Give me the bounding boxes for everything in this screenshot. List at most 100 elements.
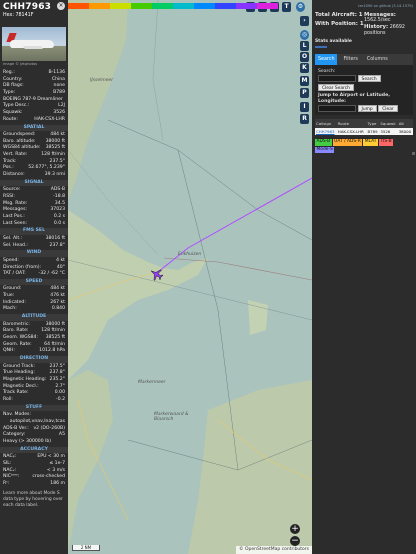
column-header[interactable]: Type bbox=[366, 119, 380, 128]
section-header[interactable]: DIRECTION bbox=[0, 356, 68, 363]
tab-filters[interactable]: Filters bbox=[340, 54, 360, 65]
info-row-label: Baro. Rate: bbox=[3, 328, 29, 334]
search-box: Search: Search Clear Search Jump to Airp… bbox=[315, 65, 413, 115]
info-row-label: True Heading: bbox=[3, 370, 35, 376]
legend-color-segment bbox=[110, 3, 132, 9]
info-row: Category: A5 bbox=[0, 432, 68, 439]
info-row-label: NACₚ: bbox=[3, 454, 17, 460]
aircraft-header: CHH7963 Hex: 78141F × bbox=[0, 0, 68, 18]
side-button-p[interactable]: P bbox=[300, 88, 309, 98]
section-header[interactable]: ACCURACY bbox=[0, 446, 68, 454]
legend-color-segment bbox=[68, 3, 90, 9]
place-label: Enkhuizen bbox=[178, 252, 202, 257]
section-header[interactable]: ALTITUDE bbox=[0, 314, 68, 321]
legend-color-segment bbox=[236, 3, 258, 9]
target-icon[interactable]: ◎ bbox=[300, 30, 309, 40]
info-row-label: TAT / OAT: bbox=[3, 271, 26, 277]
stats-right: Messages: 1562.5/sec History: 26692 posi… bbox=[364, 12, 413, 37]
info-row: Distance: 39.3 nmi bbox=[0, 172, 68, 179]
info-row-label: NICᵇᵃʳᵒ: bbox=[3, 474, 20, 480]
jump-label: Jump to Airport or Latitude, Longitude: bbox=[318, 93, 390, 104]
side-button-l[interactable]: L bbox=[300, 41, 309, 51]
clear-search-button[interactable]: Clear Search bbox=[318, 84, 354, 91]
map-attribution[interactable]: © OpenStreetMap contributors bbox=[236, 546, 312, 554]
info-sections: SPATIAL Groundspeed: 484 kt Baro. altitude:… bbox=[0, 124, 68, 488]
jump-button[interactable]: Jump bbox=[357, 105, 377, 112]
stats-available-link[interactable]: Stats available bbox=[312, 37, 416, 46]
zoom-in-button[interactable]: + bbox=[290, 524, 300, 534]
section-header[interactable]: WIND bbox=[0, 250, 68, 257]
legend-color-segment bbox=[194, 3, 216, 9]
info-row-value: 38525 ft bbox=[45, 335, 65, 340]
column-header[interactable]: Alt bbox=[397, 119, 413, 128]
info-row-label: Mach: bbox=[3, 306, 17, 312]
info-row-label: Last Seen: bbox=[3, 220, 28, 226]
jump-input[interactable] bbox=[318, 105, 356, 112]
column-header[interactable]: Callsign bbox=[315, 119, 337, 128]
info-row-label: Squawk: bbox=[3, 110, 23, 116]
table-cell: CHH7963 bbox=[315, 128, 337, 135]
search-input[interactable] bbox=[318, 75, 356, 82]
table-scrollbar[interactable] bbox=[412, 152, 415, 155]
info-row: Rᶜ: 186 m bbox=[0, 481, 68, 488]
info-row-value: 0.2 s bbox=[53, 214, 65, 220]
history-label: History: bbox=[364, 24, 389, 30]
info-row-value: 38016 ft bbox=[45, 235, 65, 241]
info-row: Nav. Modes: bbox=[0, 412, 68, 419]
section-header[interactable]: SPATIAL bbox=[0, 124, 68, 131]
legend-color-segment bbox=[257, 3, 278, 9]
info-row: Magnetic Heading: 235.2° bbox=[0, 377, 68, 384]
column-header[interactable]: Squawk bbox=[379, 119, 398, 128]
aircraft-callsign[interactable]: CHH7963 bbox=[3, 2, 65, 12]
info-row: Last Pos.: 0.2 s bbox=[0, 214, 68, 221]
table-row[interactable]: CHH7963 HAK-CSX-LHR B789 3526 38000 bbox=[315, 128, 413, 135]
info-row: Groundspeed: 484 kt bbox=[0, 132, 68, 139]
side-button-r[interactable]: R bbox=[300, 114, 309, 124]
info-row: RSSI: -18.8 bbox=[0, 194, 68, 201]
search-button[interactable]: Search bbox=[357, 75, 381, 82]
info-row-label: Distance: bbox=[3, 172, 25, 178]
version-link[interactable]: tar1090 on github (3.14.1579) bbox=[312, 0, 416, 8]
zoom-out-button[interactable]: − bbox=[290, 536, 300, 546]
close-icon[interactable]: × bbox=[57, 2, 65, 10]
section-header[interactable]: SPEED bbox=[0, 278, 68, 286]
info-row-label: Sel. Alt.: bbox=[3, 235, 23, 241]
info-row: NACₚ: EPU < 30 m bbox=[0, 454, 68, 461]
altitude-legend[interactable] bbox=[68, 0, 278, 14]
info-row: Type: B789 bbox=[0, 90, 68, 97]
column-header[interactable]: Route bbox=[336, 119, 367, 128]
side-button-k[interactable]: K bbox=[300, 63, 309, 73]
side-button-m[interactable]: M bbox=[300, 76, 309, 86]
section-header[interactable]: STUFF bbox=[0, 404, 68, 412]
map-track-button[interactable]: T bbox=[282, 2, 291, 12]
info-row-value: autopilot,vnav,lnav,tcas bbox=[9, 418, 65, 424]
aircraft-photo[interactable] bbox=[2, 27, 66, 61]
info-row-label: Last Pos.: bbox=[3, 214, 25, 220]
info-row: QNH: 1012.8 hPa bbox=[0, 348, 68, 355]
info-row-value: 237.8° bbox=[49, 370, 65, 376]
info-row: Track Rate: 0.00 bbox=[0, 390, 68, 397]
info-row-label: Magnetic Heading: bbox=[3, 376, 47, 382]
clear-button[interactable]: Clear bbox=[378, 105, 398, 112]
table-cell: 38000 bbox=[397, 128, 413, 135]
legend-color-segment bbox=[131, 3, 153, 9]
section-header[interactable]: FMS SEL bbox=[0, 228, 68, 235]
info-row: Speed: 4 kt bbox=[0, 258, 68, 265]
info-row-label: Rᶜ: bbox=[3, 480, 10, 486]
source-badge: MLAT bbox=[363, 139, 378, 146]
info-row-value: A5 bbox=[58, 432, 65, 438]
nav-arrow-button[interactable]: › bbox=[300, 16, 309, 26]
tab-columns[interactable]: Columns bbox=[364, 54, 391, 65]
section-header[interactable]: SIGNAL bbox=[0, 179, 68, 187]
basic-info-list: Reg.: B-1136 Country: China DB flags: none Typ… bbox=[0, 70, 68, 124]
info-row-value: -18.8 bbox=[53, 194, 65, 199]
info-row: Squawk: 3526 bbox=[0, 110, 68, 117]
aircraft-table: Callsign Route Type Squawk Alt CHH7963 HAK-CS… bbox=[315, 119, 413, 135]
side-button-o[interactable]: O bbox=[300, 52, 309, 62]
side-button-i[interactable]: I bbox=[300, 102, 309, 112]
info-row-value: 3526 bbox=[53, 110, 65, 116]
settings-gear-icon[interactable]: ⚙ bbox=[296, 2, 305, 12]
map-view[interactable]: IJsselmeer Enkhuizen Markermeer Markerwa… bbox=[68, 0, 312, 554]
tab-search[interactable]: Search bbox=[315, 54, 338, 65]
place-label: IJsselmeer bbox=[90, 78, 114, 83]
